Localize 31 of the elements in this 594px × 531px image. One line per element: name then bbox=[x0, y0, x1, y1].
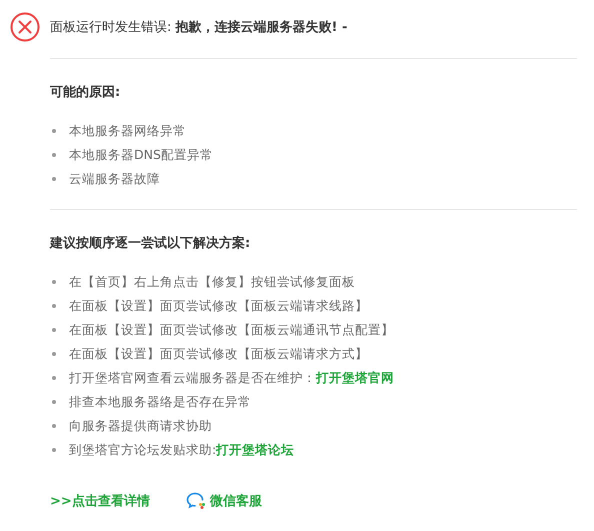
list-item-text: 在面板【设置】面页尝试修改【面板云端请求方式】 bbox=[69, 346, 368, 362]
list-item-text: 向服务器提供商请求协助 bbox=[69, 418, 212, 434]
list-item-text: 在面板【设置】面页尝试修改【面板云端通讯节点配置】 bbox=[69, 322, 394, 338]
bullet-icon bbox=[52, 328, 56, 332]
list-item-text: 到堡塔官方论坛发贴求助: bbox=[69, 442, 216, 458]
bullet-icon bbox=[52, 177, 56, 181]
list-item-text: 打开堡塔官网查看云端服务器是否在维护： bbox=[69, 370, 316, 386]
bullet-icon bbox=[52, 376, 56, 380]
bullet-icon bbox=[52, 448, 56, 452]
error-icon bbox=[10, 12, 40, 42]
chat-bubble-icon bbox=[186, 492, 206, 510]
section-heading: 建议按顺序逐一尝试以下解决方案: bbox=[50, 234, 252, 252]
error-title: 面板运行时发生错误: 抱歉，连接云端服务器失败! - bbox=[50, 18, 348, 36]
list-item-text: 云端服务器故障 bbox=[69, 170, 160, 188]
link[interactable]: 打开堡塔论坛 bbox=[216, 442, 294, 458]
link[interactable]: 打开堡塔官网 bbox=[316, 370, 394, 386]
section-heading: 可能的原因: bbox=[50, 84, 122, 101]
list-item-text: 本地服务器网络异常 bbox=[69, 122, 186, 140]
details-link[interactable]: >>点击查看详情 bbox=[50, 492, 150, 510]
bullet-icon bbox=[52, 400, 56, 404]
bullet-icon bbox=[52, 129, 56, 133]
list-item-text: 本地服务器DNS配置异常 bbox=[69, 146, 213, 164]
bullet-icon bbox=[52, 352, 56, 356]
list-item-text: 排查本地服务器络是否存在异常 bbox=[69, 394, 251, 410]
list-item-text: 在面板【设置】面页尝试修改【面板云端请求线路】 bbox=[69, 298, 368, 314]
bullet-icon bbox=[52, 153, 56, 157]
wechat-support-link[interactable]: 微信客服 bbox=[210, 492, 262, 510]
bullet-icon bbox=[52, 424, 56, 428]
bullet-icon bbox=[52, 304, 56, 308]
bullet-icon bbox=[52, 280, 56, 284]
list-item-text: 在【首页】右上角点击【修复】按钮尝试修复面板 bbox=[69, 274, 355, 290]
